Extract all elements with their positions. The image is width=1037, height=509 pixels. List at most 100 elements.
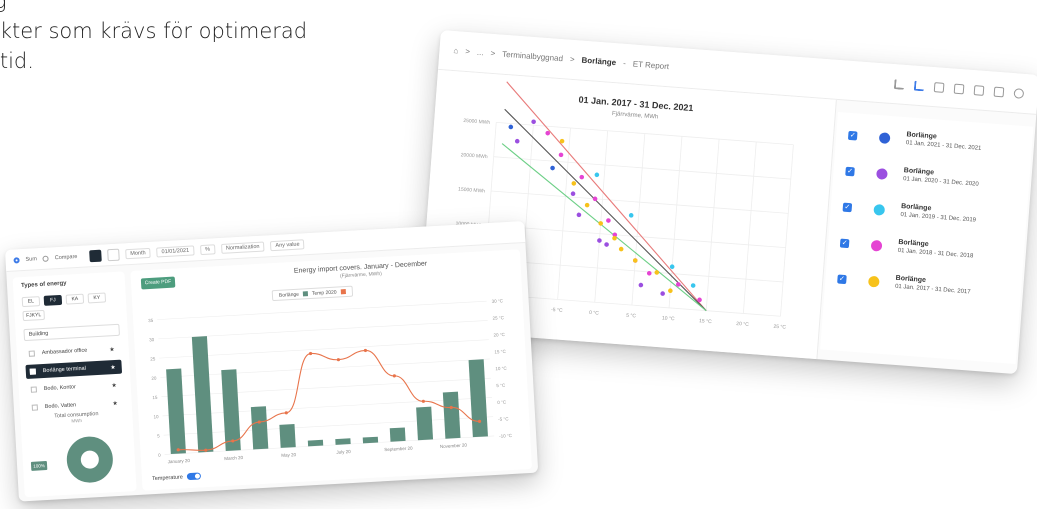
intro-line-1: g: [0, 0, 7, 13]
building-select[interactable]: Building: [23, 323, 120, 342]
normalization-dropdown[interactable]: Normalization: [220, 241, 265, 254]
temperature-point: [308, 351, 313, 356]
checkbox[interactable]: [29, 368, 36, 375]
building-label: Bodo, Kontor: [43, 384, 77, 393]
legend-item[interactable]: ✓ Borlänge 01 Jan. 2017 - 31 Dec. 2017: [837, 270, 972, 296]
settings-icon[interactable]: [1013, 87, 1025, 99]
bar-x-tick-label: November 20: [440, 442, 468, 449]
building-label: Borlänge terminal: [42, 365, 87, 375]
scatter-title: 01 Jan. 2017 - 31 Dec. 2021: [578, 95, 694, 114]
bar-gridline: [160, 358, 490, 378]
chip-ky[interactable]: KY: [87, 292, 107, 304]
bar: [191, 336, 214, 453]
bar-y-tick-left: 15: [152, 395, 158, 400]
scatter-x-tick-label: 15 °C: [699, 318, 712, 325]
breadcrumb-ellipsis[interactable]: ...: [477, 48, 484, 57]
breadcrumb-item-terminal[interactable]: Terminalbyggnad: [502, 50, 563, 64]
building-item[interactable]: Borlänge terminal ★: [25, 359, 123, 380]
zoom-out-button[interactable]: −: [630, 360, 646, 375]
filter-icon[interactable]: [953, 83, 965, 94]
bar-gridline: [159, 339, 489, 359]
bar: [416, 406, 434, 441]
chip-el[interactable]: EL: [21, 296, 41, 308]
checkbox[interactable]: [30, 386, 38, 393]
checkbox[interactable]: [28, 350, 35, 357]
home-icon[interactable]: ⌂: [453, 46, 459, 55]
bar-chart-icon[interactable]: [893, 78, 905, 90]
scatter-x-tick-label: 5 °C: [626, 313, 637, 320]
scatter-gridline-y: [496, 122, 794, 146]
intro-text: g ikter som krävs för optimerad ltid.: [0, 0, 354, 76]
scatter-point: [618, 246, 624, 252]
checkbox[interactable]: ✓: [845, 166, 855, 176]
checkbox[interactable]: ✓: [839, 238, 850, 248]
consumption-donut: [65, 435, 115, 484]
bar-y-tick-right: 0 °C: [497, 399, 507, 405]
series-color-dot: [878, 131, 891, 144]
line-chart-icon[interactable]: [913, 80, 925, 91]
energy-chart-panel: 0 5 10 15 20 25 30 35 -10 °C -5 °C 0 °C 5 °C 10 °C 15…: [130, 249, 533, 491]
checkbox[interactable]: ✓: [842, 202, 853, 212]
scatter-x-tick-label: 20 °C: [736, 321, 749, 328]
chip-fjkyl[interactable]: FJKYL: [22, 309, 45, 322]
scatter-point: [604, 242, 609, 247]
bar: [250, 406, 269, 450]
checkbox[interactable]: [31, 404, 39, 411]
create-pdf-button[interactable]: Create PDF: [140, 276, 176, 290]
pin-icon[interactable]: ★: [112, 399, 118, 406]
checkbox[interactable]: ✓: [847, 130, 858, 140]
building-item[interactable]: Bodo, Kontor ★: [26, 378, 123, 397]
calendar-icon[interactable]: [933, 81, 945, 93]
bar-y-tick-right: 10 °C: [495, 366, 507, 372]
legend-item[interactable]: ✓ Borlänge 01 Jan. 2021 - 31 Dec. 2021: [847, 127, 983, 153]
scatter-point: [576, 212, 582, 218]
bar-y-tick-right: 5 °C: [496, 383, 506, 389]
breadcrumb-item-borlange[interactable]: Borlänge: [581, 56, 616, 68]
legend-swatch-bar: [302, 291, 309, 297]
bar-gridline: [158, 320, 488, 340]
temperature-point: [363, 348, 368, 353]
date-picker[interactable]: 01/01/2021: [156, 244, 195, 258]
legend-item[interactable]: ✓ Borlänge 01 Jan. 2020 - 31 Dec. 2020: [845, 163, 980, 189]
period-dropdown[interactable]: Month: [125, 247, 151, 259]
unit-dropdown[interactable]: %: [199, 243, 216, 255]
legend-item[interactable]: ✓ Borlänge 01 Jan. 2019 - 31 Dec. 2019: [842, 199, 977, 225]
zoom-in-button[interactable]: +: [609, 358, 625, 374]
scatter-point: [550, 165, 555, 171]
bar-y-tick-left: 0: [158, 453, 161, 458]
energy-sidebar: Types of energy EL FJ KA KY FJKYL Buildi…: [12, 271, 137, 498]
bar-y-tick-right: -5 °C: [498, 416, 509, 422]
grid-icon[interactable]: [993, 86, 1005, 97]
scatter-point: [638, 282, 644, 288]
pan-left-button[interactable]: ←: [567, 355, 583, 371]
legend-item[interactable]: ✓ Borlänge 01 Jan. 2018 - 31 Dec. 2018: [839, 235, 975, 261]
table-icon[interactable]: [973, 84, 985, 96]
help-button[interactable]: ?: [546, 353, 562, 369]
compare-radio[interactable]: [42, 255, 49, 262]
building-item[interactable]: Ambassador office ★: [24, 342, 121, 361]
refresh-button[interactable]: ⟳: [651, 361, 667, 375]
value-dropdown[interactable]: Any value: [270, 238, 305, 251]
bar-view-button[interactable]: [89, 249, 102, 262]
sum-radio[interactable]: [13, 256, 20, 264]
pin-icon[interactable]: ★: [111, 381, 117, 388]
table-view-button[interactable]: [107, 248, 120, 261]
pan-right-button[interactable]: →: [588, 357, 604, 373]
scatter-point: [558, 152, 564, 158]
temperature-toggle[interactable]: [186, 472, 202, 481]
energy-bar-chart-svg: 0 5 10 15 20 25 30 35 -10 °C -5 °C 0 °C 5 °C 10 °C 15…: [148, 298, 513, 464]
bar-y-tick-right: 15 °C: [494, 349, 506, 355]
sum-label: Sum: [25, 255, 38, 263]
view-toolbar: [893, 78, 1025, 99]
bar-y-tick-right: 25 °C: [492, 315, 504, 321]
pin-icon[interactable]: ★: [110, 364, 116, 371]
bar-gridline: [161, 377, 491, 397]
legend-swatch-line: [340, 289, 346, 295]
checkbox[interactable]: ✓: [837, 273, 847, 284]
scatter-point: [606, 218, 611, 223]
chip-ka[interactable]: KA: [65, 293, 85, 305]
breadcrumb-separator: >: [464, 46, 471, 57]
scatter-point: [690, 283, 696, 288]
pin-icon[interactable]: ★: [109, 346, 115, 353]
chip-fj[interactable]: FJ: [43, 294, 63, 306]
